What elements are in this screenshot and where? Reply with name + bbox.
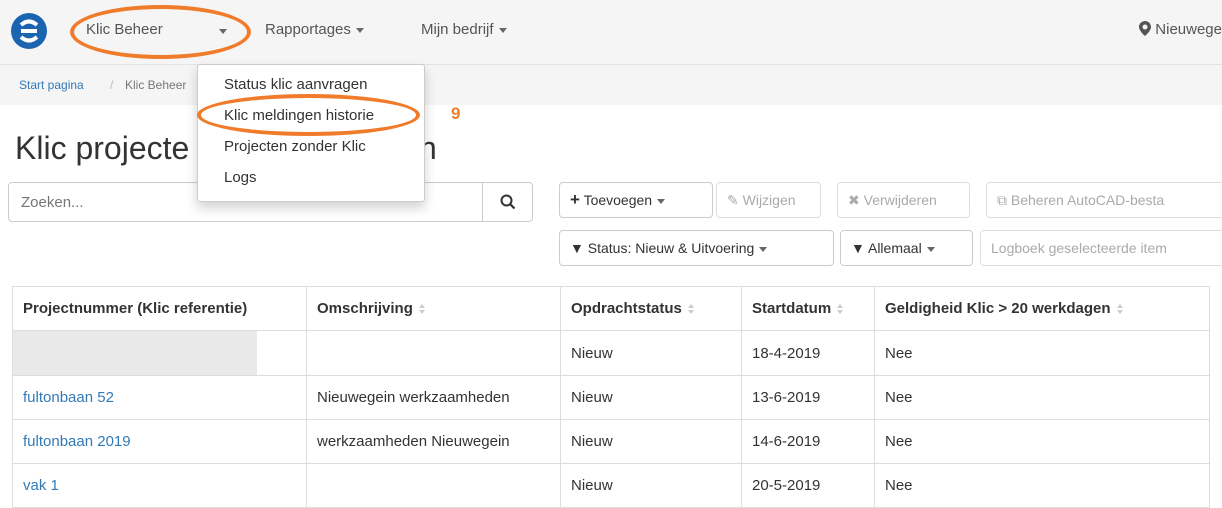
search-icon [500,194,516,210]
table-row[interactable]: Nieuw 18-4-2019 Nee [12,330,1210,376]
project-link[interactable]: fultonbaan 52 [23,389,114,406]
project-number-cell: vak 1 [12,463,307,508]
table-row[interactable]: fultonbaan 52 Nieuwegein werkzaamheden N… [12,375,1210,420]
logbook-button[interactable]: Logboek geselecteerde item [980,230,1222,266]
chevron-down-icon [657,198,666,204]
column-header[interactable]: Startdatum [741,286,875,331]
menu-item-logs[interactable]: Logs [224,169,257,186]
project-number-cell: fultonbaan 52 [12,375,307,420]
validity-cell: Nee [874,463,1210,508]
nav-mijn-bedrijf[interactable]: Mijn bedrijf [421,21,507,38]
location-selector[interactable]: Nieuwege [1139,21,1222,38]
location-label: Nieuwege [1155,21,1222,38]
column-header[interactable]: Projectnummer (Klic referentie) [12,286,307,331]
table-row[interactable]: fultonbaan 2019 werkzaamheden Nieuwegein… [12,419,1210,464]
all-filter-button[interactable]: ▼ Allemaal [840,230,973,266]
filter-icon: ▼ [570,240,584,256]
add-button[interactable]: + Toevoegen [559,182,713,218]
search-button[interactable] [482,182,533,222]
status-cell: Nieuw [560,463,742,508]
manage-autocad-label: Beheren AutoCAD-besta [1010,192,1165,208]
page-title-left: Klic projecte [15,130,190,166]
redacted-block [12,331,257,375]
validity-cell: Nee [874,375,1210,420]
sort-icon [687,303,695,315]
status-filter-button[interactable]: ▼ Status: Nieuw & Uitvoering [559,230,834,266]
edit-button[interactable]: ✎ Wijzigen [716,182,821,218]
column-header-label: Omschrijving [317,300,413,317]
chevron-down-icon [498,27,507,33]
filter-icon: ▼ [851,240,865,256]
column-header[interactable]: Opdrachtstatus [560,286,742,331]
delete-button-label: Verwijderen [863,192,937,208]
annotation-highlight-ring [197,94,420,136]
autocad-files-icon: ⧉ [997,192,1007,208]
annotation-highlight-ring [70,5,251,59]
status-cell: Nieuw [560,330,742,376]
column-header-label: Opdrachtstatus [571,300,682,317]
company-logo-icon[interactable] [10,12,48,50]
add-button-label: Toevoegen [583,192,653,208]
chevron-down-icon [926,246,935,252]
column-header[interactable]: Geldigheid Klic > 20 werkdagen [874,286,1210,331]
status-filter-label: Status: Nieuw & Uitvoering [587,240,755,256]
status-cell: Nieuw [560,375,742,420]
start-date-cell: 13-6-2019 [741,375,875,420]
breadcrumb-home-link[interactable]: Start pagina [19,78,84,92]
sort-icon [1116,303,1124,315]
all-filter-label: Allemaal [867,240,922,256]
edit-icon: ✎ [727,192,739,208]
start-date-cell: 14-6-2019 [741,419,875,464]
start-date-cell: 18-4-2019 [741,330,875,376]
validity-cell: Nee [874,330,1210,376]
project-link[interactable]: vak 1 [23,477,59,494]
project-number-cell [12,330,307,376]
description-cell [306,463,561,508]
description-cell: werkzaamheden Nieuwegein [306,419,561,464]
project-link[interactable]: fultonbaan 2019 [23,433,131,450]
sort-icon [837,303,844,315]
menu-item-projecten-zonder-klic[interactable]: Projecten zonder Klic [224,138,366,155]
edit-button-label: Wijzigen [742,192,796,208]
table-header-row: Projectnummer (Klic referentie) Omschrij… [12,286,1210,331]
breadcrumb-separator: / [110,78,114,92]
chevron-down-icon [759,246,768,252]
close-icon: ✖ [848,192,860,208]
column-header[interactable]: Omschrijving [306,286,561,331]
nav-mijn-bedrijf-label: Mijn bedrijf [421,21,494,38]
manage-autocad-button[interactable]: ⧉ Beheren AutoCAD-besta [986,182,1222,218]
projects-table: Projectnummer (Klic referentie) Omschrij… [12,286,1210,508]
plus-icon: + [570,190,580,209]
start-date-cell: 20-5-2019 [741,463,875,508]
nav-rapportages[interactable]: Rapportages [265,21,364,38]
page-title: Klic projecte n [15,130,437,167]
project-number-cell: fultonbaan 2019 [12,419,307,464]
menu-item-status-klic-aanvragen[interactable]: Status klic aanvragen [224,76,367,93]
nav-rapportages-label: Rapportages [265,21,351,38]
map-marker-icon [1139,21,1152,36]
status-cell: Nieuw [560,419,742,464]
validity-cell: Nee [874,419,1210,464]
chevron-down-icon [355,27,364,33]
table-row[interactable]: vak 1 Nieuw 20-5-2019 Nee [12,463,1210,508]
description-cell: Nieuwegein werkzaamheden [306,375,561,420]
column-header-label: Geldigheid Klic > 20 werkdagen [885,300,1111,317]
breadcrumb: Start pagina / Klic Beheer [0,65,1222,105]
sort-icon [418,303,426,315]
column-header-label: Startdatum [752,300,832,317]
breadcrumb-current: Klic Beheer [125,78,187,92]
description-cell [306,330,561,376]
delete-button[interactable]: ✖ Verwijderen [837,182,970,218]
annotation-step-marker: 9 [451,104,461,123]
